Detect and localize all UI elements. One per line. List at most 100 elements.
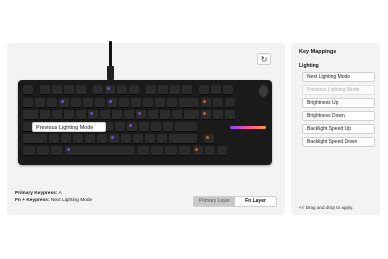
keycap[interactable] (23, 110, 38, 120)
keycap[interactable] (127, 122, 137, 132)
keycap[interactable] (205, 146, 215, 156)
keycap[interactable] (160, 110, 170, 120)
keycap[interactable] (64, 110, 74, 120)
keyboard-row (23, 98, 235, 108)
keycap[interactable] (146, 85, 156, 95)
keycap[interactable] (129, 85, 139, 95)
keycap[interactable] (213, 98, 223, 108)
keycap[interactable] (83, 98, 93, 108)
keycap[interactable] (136, 110, 146, 120)
keycap[interactable] (157, 134, 167, 144)
keycap[interactable] (85, 134, 95, 144)
keycap[interactable] (23, 98, 33, 108)
keycap[interactable] (115, 122, 125, 132)
keycap[interactable] (59, 98, 69, 108)
keycap[interactable] (165, 146, 177, 156)
reset-button[interactable]: ↻ (257, 53, 271, 65)
keycap[interactable] (167, 98, 177, 108)
keycap[interactable] (35, 98, 45, 108)
keycap[interactable] (76, 110, 86, 120)
keycap[interactable] (73, 134, 83, 144)
keycap[interactable] (131, 98, 141, 108)
keycap[interactable] (95, 98, 105, 108)
keycap[interactable] (151, 146, 163, 156)
keycap[interactable] (112, 110, 122, 120)
mapping-brightness-up[interactable]: Brightness Up (302, 98, 375, 108)
keycap[interactable] (40, 110, 50, 120)
keycap[interactable] (184, 110, 199, 120)
keycap[interactable] (117, 85, 127, 95)
keycap[interactable] (179, 98, 199, 108)
keycap[interactable] (143, 98, 153, 108)
keycap[interactable] (148, 110, 158, 120)
keycap[interactable] (52, 110, 62, 120)
keycap[interactable] (88, 110, 98, 120)
keycap[interactable] (139, 122, 149, 132)
keycap[interactable] (217, 146, 227, 156)
keycap[interactable] (64, 85, 74, 95)
primary-layer-button[interactable]: Primary Layer (194, 197, 235, 206)
keycap[interactable] (124, 110, 134, 120)
drag-drop-hint: << Drag and drop to apply. (299, 205, 354, 210)
keycap[interactable] (225, 98, 235, 108)
keycap[interactable] (61, 134, 71, 144)
keycap[interactable] (107, 98, 117, 108)
keycap[interactable] (225, 110, 235, 120)
keycap[interactable] (169, 134, 197, 144)
keycap[interactable] (199, 85, 209, 95)
mapping-brightness-down[interactable]: Brightness Down (302, 111, 375, 121)
keycap[interactable] (179, 146, 191, 156)
light-bar (230, 126, 266, 129)
keycap[interactable] (223, 85, 233, 95)
keycap[interactable] (133, 134, 143, 144)
keycap[interactable] (193, 146, 203, 156)
keycap[interactable] (182, 85, 192, 95)
keycap (199, 134, 202, 144)
keyboard-row (23, 134, 214, 144)
mapping-backlight-speed-up[interactable]: Backlight Speed Up (302, 124, 375, 134)
keycap[interactable] (201, 98, 211, 108)
mapping-previous-lighting-mode[interactable]: Previous Lighting Mode (302, 85, 375, 95)
keycap[interactable] (47, 98, 57, 108)
primary-keypress-info: Primary Keypress: A (15, 191, 62, 196)
keycap[interactable] (201, 110, 211, 120)
keycap[interactable] (52, 85, 62, 95)
keycap[interactable] (211, 85, 221, 95)
keycap[interactable] (40, 85, 50, 95)
primary-keypress-value: A (58, 191, 62, 196)
keycap[interactable] (119, 98, 129, 108)
keycap[interactable] (23, 85, 33, 95)
keycap[interactable] (204, 134, 214, 144)
mapping-next-lighting-mode[interactable]: Next Lighting Mode (302, 72, 375, 82)
keycap[interactable] (97, 134, 107, 144)
keycap (194, 85, 197, 95)
key-tooltip: Previous Lighting Mode (32, 122, 106, 132)
keycap[interactable] (137, 146, 149, 156)
keycap[interactable] (100, 110, 110, 120)
keycap[interactable] (158, 85, 168, 95)
keycap[interactable] (145, 134, 155, 144)
keycap[interactable] (23, 146, 35, 156)
keycap[interactable] (170, 85, 180, 95)
volume-knob[interactable] (259, 85, 268, 97)
keycap[interactable] (37, 146, 49, 156)
keycap[interactable] (105, 85, 115, 95)
keycap[interactable] (109, 134, 119, 144)
keycap[interactable] (121, 134, 131, 144)
mapping-backlight-speed-down[interactable]: Backlight Speed Down (302, 137, 375, 147)
keycap[interactable] (71, 98, 81, 108)
keycap[interactable] (93, 85, 103, 95)
keycap[interactable] (65, 146, 135, 156)
keycap[interactable] (49, 134, 59, 144)
keycap[interactable] (163, 122, 173, 132)
keycap[interactable] (213, 110, 223, 120)
keycap[interactable] (175, 122, 197, 132)
fn-layer-button[interactable]: Fn Layer (235, 197, 276, 206)
keycap (88, 85, 91, 95)
keycap[interactable] (172, 110, 182, 120)
keycap[interactable] (23, 134, 47, 144)
keycap[interactable] (155, 98, 165, 108)
keycap[interactable] (76, 85, 86, 95)
keycap[interactable] (151, 122, 161, 132)
keycap[interactable] (51, 146, 63, 156)
